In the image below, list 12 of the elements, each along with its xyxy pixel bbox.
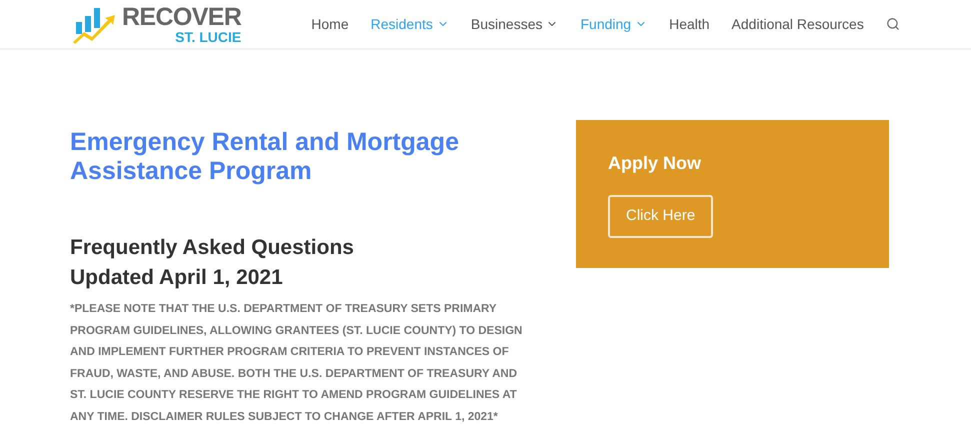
apply-heading: Apply Now <box>608 152 701 175</box>
search-icon[interactable] <box>886 17 900 31</box>
nav-link[interactable]: Home <box>311 14 349 34</box>
nav-link[interactable]: Health <box>669 14 710 34</box>
nav-link[interactable]: Businesses <box>470 14 558 34</box>
faq-heading: Frequently Asked Questions <box>70 235 355 261</box>
logo-subtitle: ST. LUCIE <box>175 30 242 44</box>
logo-title: RECOVER <box>122 4 242 30</box>
nav-link[interactable]: Additional Resources <box>732 14 864 34</box>
updated-date: Updated April 1, 2021 <box>70 265 284 291</box>
page-title: Emergency Rental and Mortgage Assistance Program <box>70 128 460 186</box>
disclaimer-text: *PLEASE NOTE THAT THE U.S. DEPARTMENT OF TREASURY SETS PRIMARY PROGRAM GUIDELINES, ALLOWING GRANTEES (ST. LUCIE COUNTY) TO DESIGN AND IMPLEMENT FURTHER PROGRAM CRITERIA TO PREVENT INSTANCES OF FRAUD, WASTE, AND ABUSE. BOTH THE U.S. DEPARTMENT OF TREASURY AND ST. LUCIE COUNTY RESERVE THE RIGHT TO AMEND PROGRAM GUIDELINES AT ANY TIME. DISCLAIMER RULES SUBJECT TO CHANGE AFTER APRIL 1, 2021* <box>70 302 524 425</box>
